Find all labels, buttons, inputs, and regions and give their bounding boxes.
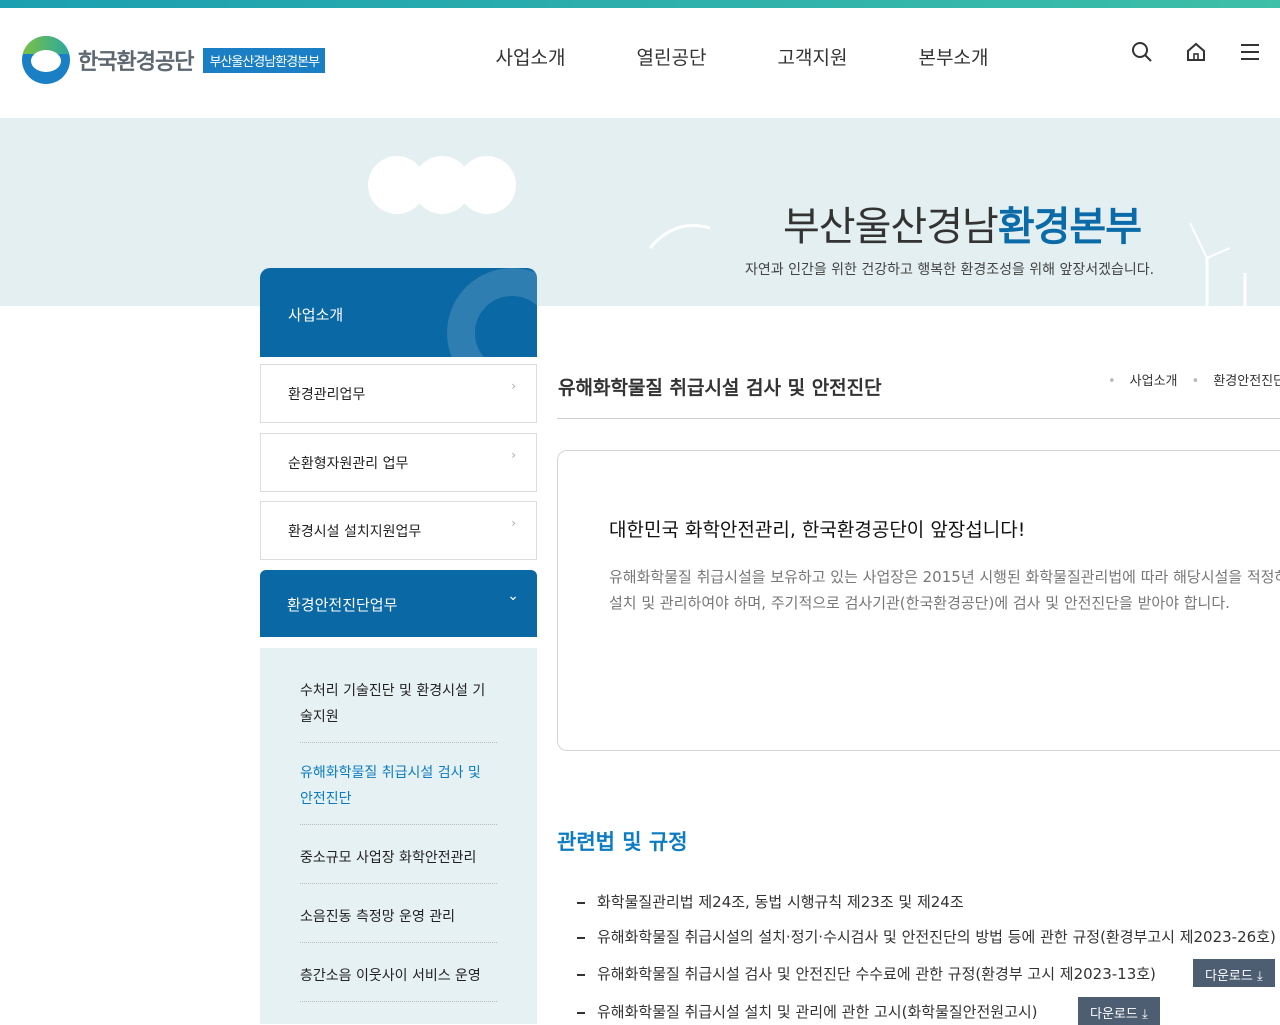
nav-open[interactable]: 열린공단 [601, 43, 742, 70]
law-item: 유해화학물질 취급시설 설치 및 관리에 관한 고시(화학물질안전원고시) [577, 1001, 1038, 1022]
download-icon: ⤓ [1141, 1007, 1148, 1022]
submenu-item-current[interactable]: 유해화학물질 취급시설 검사 및 안전진단 [300, 743, 497, 825]
banner-title: 부산울산경남환경본부 [783, 204, 1142, 250]
chevron-right-icon: › [511, 379, 516, 393]
section-title: 관련법 및 규정 [557, 830, 688, 854]
download-icon: ⤓ [1256, 969, 1263, 984]
chevron-right-icon: › [511, 448, 516, 462]
sidebar-item-resource[interactable]: 순환형자원관리 업무 › [260, 433, 537, 492]
menu-icon[interactable] [1238, 40, 1262, 64]
law-item: 유해화학물질 취급시설 검사 및 안전진단 수수료에 관한 규정(환경부 고시 … [577, 963, 1156, 984]
law-item: 화학물질관리법 제24조, 동법 시행규칙 제23조 및 제24조 [577, 891, 964, 912]
chevron-down-icon: ⌄ [507, 588, 519, 604]
sidebar-item-facility[interactable]: 환경시설 설치지원업무 › [260, 501, 537, 560]
download-button[interactable]: 다운로드 ⤓ [1193, 959, 1275, 987]
top-accent-bar [0, 0, 1280, 8]
download-button[interactable]: 다운로드 ⤓ [1078, 997, 1160, 1025]
logo-name: 한국환경공단 [78, 50, 194, 75]
main-nav: 사업소개 열린공단 고객지원 본부소개 [460, 43, 1024, 70]
sidebar-title: 사업소개 [260, 268, 537, 357]
sidebar-submenu: 수처리 기술진단 및 환경시설 기술지원 유해화학물질 취급시설 검사 및 안전… [260, 648, 537, 1024]
sub-visual-banner: 부산울산경남환경본부 자연과 인간을 위한 건강하고 행복한 환경조성을 위해 … [0, 118, 1280, 306]
submenu-item[interactable]: 층간소음 이웃사이 서비스 운영 [300, 943, 497, 1002]
submenu-item[interactable]: 수처리 기술진단 및 환경시설 기술지원 [300, 648, 497, 743]
breadcrumb-item[interactable]: 환경안전진단 [1213, 374, 1280, 389]
search-icon[interactable] [1130, 40, 1154, 64]
home-icon[interactable] [1184, 40, 1208, 64]
page-title: 유해화학물질 취급시설 검사 및 안전진단 [558, 377, 882, 399]
logo-icon [22, 36, 70, 84]
header-icons [1130, 40, 1262, 64]
nav-support[interactable]: 고객지원 [742, 43, 883, 70]
intro-box: 대한민국 화학안전관리, 한국환경공단이 앞장섭니다! 유해화학물질 취급시설을… [557, 450, 1280, 751]
nav-business[interactable]: 사업소개 [460, 43, 601, 70]
wind-turbine-icon [1189, 222, 1247, 306]
sidebar-item-env-management[interactable]: 환경관리업무 › [260, 364, 537, 423]
banner-subtitle: 자연과 인간을 위한 건강하고 행복한 환경조성을 위해 앞장서겠습니다. [745, 262, 1155, 278]
cloud-decoration [368, 156, 516, 214]
submenu-item[interactable]: 소음진동 측정망 운영 관리 [300, 884, 497, 943]
nav-about[interactable]: 본부소개 [883, 43, 1024, 70]
intro-heading: 대한민국 화학안전관리, 한국환경공단이 앞장섭니다! [609, 519, 1026, 541]
bird-decoration [648, 224, 711, 249]
site-header: 한국환경공단 부산울산경남환경본부 사업소개 열린공단 고객지원 본부소개 [0, 8, 1280, 118]
title-divider [557, 418, 1280, 419]
law-item: 유해화학물질 취급시설의 설치·정기·수시검사 및 안전진단의 방법 등에 관한… [577, 926, 1276, 947]
breadcrumb: • 사업소개 • 환경안전진단 [1108, 370, 1280, 389]
breadcrumb-item[interactable]: 사업소개 [1130, 374, 1178, 389]
submenu-item[interactable]: 중소규모 사업장 화학안전관리 [300, 825, 497, 884]
logo-badge: 부산울산경남환경본부 [203, 47, 326, 73]
intro-text: 유해화학물질 취급시설을 보유하고 있는 사업장은 2015년 시행된 화학물질… [609, 568, 1280, 612]
chevron-right-icon: › [511, 516, 516, 530]
sidebar-item-safety-active[interactable]: 환경안전진단업무 ⌄ [260, 570, 537, 637]
site-logo[interactable]: 한국환경공단 부산울산경남환경본부 [22, 36, 326, 84]
